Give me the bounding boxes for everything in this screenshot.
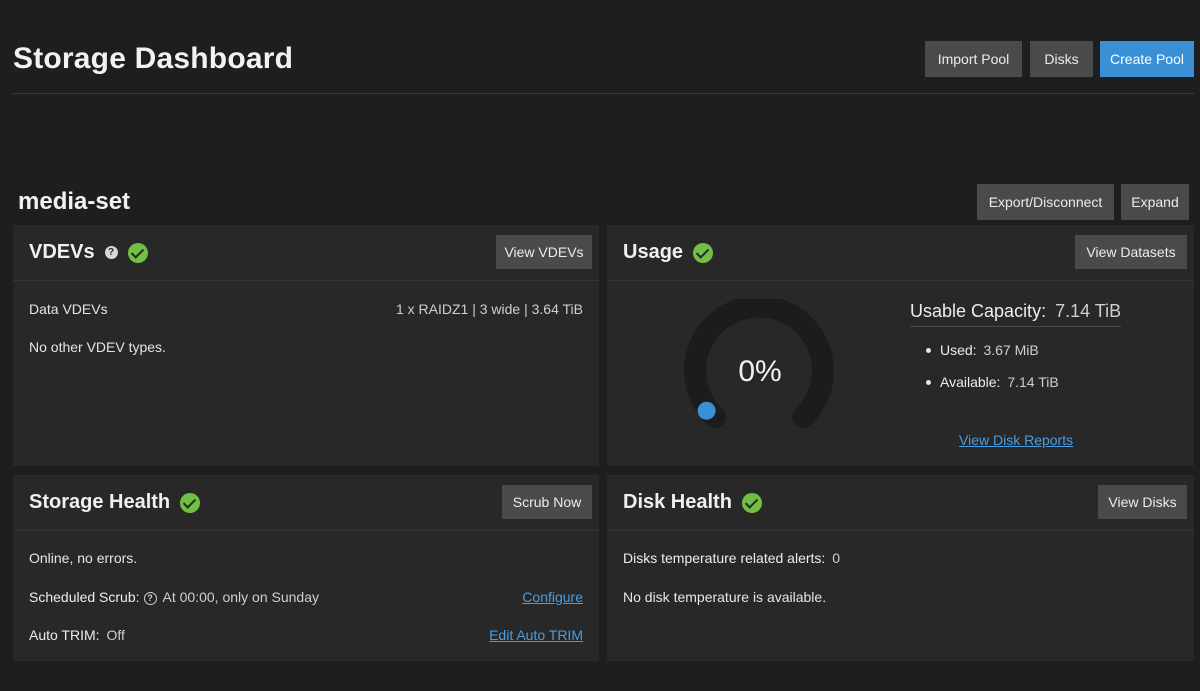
pool-name: media-set: [18, 188, 131, 215]
data-vdevs-label: Data VDEVs: [29, 301, 108, 317]
disk-health-title-text: Disk Health: [623, 491, 732, 513]
temp-note: No disk temperature is available.: [623, 589, 827, 605]
page-title: Storage Dashboard: [13, 42, 294, 75]
used-value: 3.67 MiB: [983, 342, 1039, 358]
scheduled-scrub-value: At 00:00, only on Sunday: [162, 589, 319, 605]
usage-percent: 0%: [738, 355, 782, 388]
view-vdevs-button[interactable]: View VDEVs: [496, 235, 592, 269]
check-circle-icon: [127, 242, 148, 263]
view-datasets-button[interactable]: View Datasets: [1075, 235, 1187, 269]
auto-trim-value: Off: [106, 627, 125, 643]
scheduled-scrub: Scheduled Scrub:? At 00:00, only on Sunda…: [29, 589, 319, 605]
data-vdevs-value: 1 x RAIDZ1 | 3 wide | 3.64 TiB: [395, 301, 583, 317]
vdevs-title-text: VDEVs: [29, 241, 95, 263]
disk-health-title: Disk Health: [623, 491, 762, 514]
vdevs-card: VDEVs ? View VDEVs Data VDEVs 1 x RAIDZ1…: [13, 225, 599, 466]
available-label: Available:: [940, 374, 1001, 390]
temp-alerts-value: 0: [832, 550, 840, 566]
disks-button[interactable]: Disks: [1030, 41, 1093, 77]
temp-alerts-label: Disks temperature related alerts:: [623, 550, 826, 566]
view-disks-button[interactable]: View Disks: [1098, 485, 1187, 519]
available-value: 7.14 TiB: [1007, 374, 1059, 390]
configure-link[interactable]: Configure: [522, 589, 583, 605]
view-disk-reports-link[interactable]: View Disk Reports: [959, 432, 1073, 448]
help-icon[interactable]: ?: [143, 592, 157, 605]
usable-capacity-label: Usable Capacity:: [910, 301, 1047, 321]
gauge-indicator: [697, 401, 716, 420]
no-other-vdevs-text: No other VDEV types.: [29, 339, 166, 355]
expand-button[interactable]: Expand: [1121, 184, 1189, 220]
pool-status-text: Online, no errors.: [29, 550, 138, 566]
usage-card-header: Usage View Datasets: [607, 225, 1194, 281]
usage-title-text: Usage: [623, 241, 684, 263]
storage-health-card: Storage Health Scrub Now Online, no erro…: [13, 475, 599, 661]
help-icon[interactable]: ?: [104, 246, 118, 259]
scrub-now-button[interactable]: Scrub Now: [502, 485, 592, 519]
check-circle-icon: [741, 492, 762, 513]
vdevs-title: VDEVs ?: [29, 241, 148, 264]
edit-auto-trim-link[interactable]: Edit Auto TRIM: [489, 627, 583, 643]
create-pool-button[interactable]: Create Pool: [1100, 41, 1194, 77]
disk-health-card: Disk Health View Disks Disks temperature…: [607, 475, 1194, 661]
usage-title: Usage: [623, 241, 714, 264]
auto-trim-label: Auto TRIM:: [29, 627, 100, 643]
vdevs-card-header: VDEVs ? View VDEVs: [13, 225, 599, 281]
usable-capacity-value: 7.14 TiB: [1055, 301, 1122, 321]
disk-health-card-header: Disk Health View Disks: [607, 475, 1194, 531]
used-label: Used:: [940, 342, 977, 358]
auto-trim: Auto TRIM: Off: [29, 627, 125, 643]
storage-health-title: Storage Health: [29, 491, 201, 514]
temp-alerts: Disks temperature related alerts: 0: [623, 550, 840, 566]
scheduled-scrub-label: Scheduled Scrub:: [29, 589, 140, 605]
import-pool-button[interactable]: Import Pool: [925, 41, 1022, 77]
export-disconnect-button[interactable]: Export/Disconnect: [977, 184, 1114, 220]
available-item: Available: 7.14 TiB: [926, 374, 1059, 390]
storage-health-card-header: Storage Health Scrub Now: [13, 475, 599, 531]
header-divider: [13, 93, 1194, 94]
usable-capacity: Usable Capacity: 7.14 TiB: [910, 301, 1122, 327]
check-circle-icon: [693, 242, 714, 263]
check-circle-icon: [180, 492, 201, 513]
used-item: Used: 3.67 MiB: [926, 342, 1039, 358]
storage-health-title-text: Storage Health: [29, 491, 171, 513]
